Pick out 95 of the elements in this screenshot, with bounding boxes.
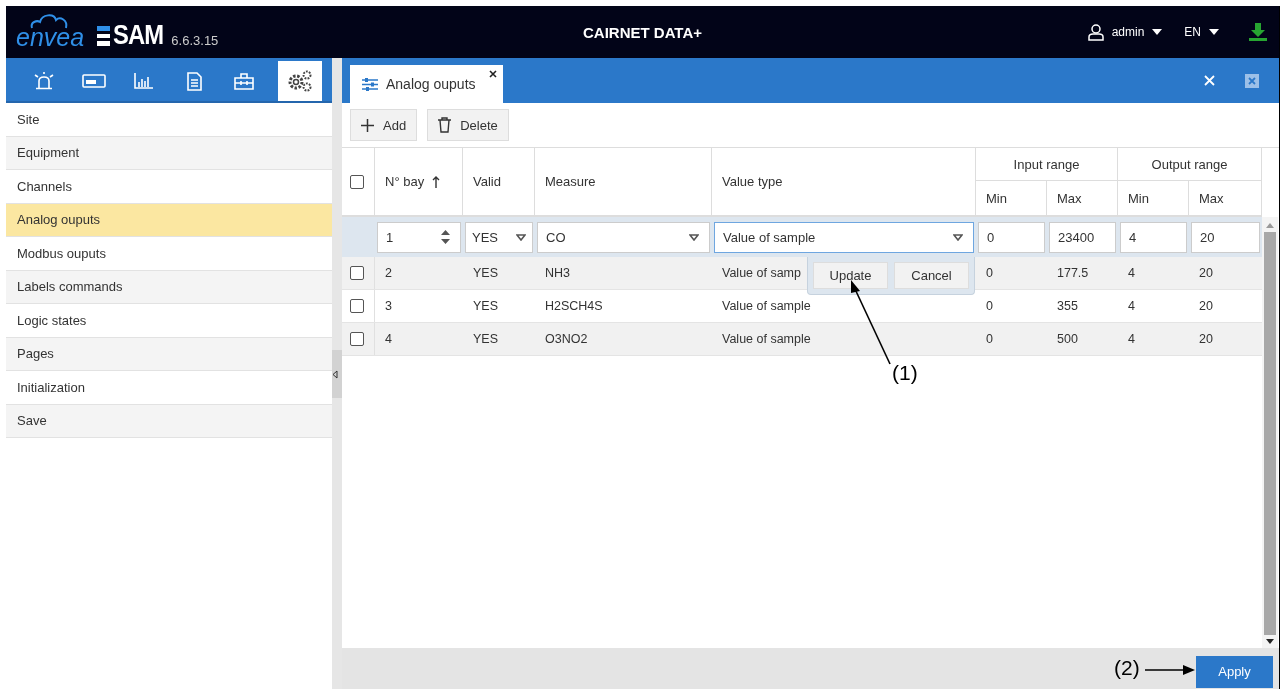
callout-label: (1) (892, 361, 918, 385)
table-cell: 20 (1199, 299, 1213, 313)
column-header[interactable]: Measure (545, 174, 596, 189)
collapse-handle[interactable] (332, 350, 342, 398)
column-group-header: Input range (1013, 156, 1080, 172)
column-header[interactable]: N° bay (385, 174, 425, 189)
caret-icon[interactable] (1209, 28, 1219, 36)
column-group-header: Output range (1151, 156, 1228, 172)
table-cell: Value of samp (722, 266, 801, 280)
table-cell: 177.5 (1057, 266, 1089, 280)
settings-icon (287, 70, 313, 92)
dropdown-field[interactable]: YES (465, 221, 533, 253)
column-header[interactable]: Valid (473, 174, 501, 189)
callout-arrow (1145, 664, 1195, 676)
user-menu[interactable]: admin (1111, 25, 1145, 39)
table-cell: O3NO2 (545, 332, 588, 346)
table-cell: 4 (385, 332, 392, 346)
table-cell: Value of sample (722, 299, 811, 313)
table-cell: YES (473, 332, 498, 346)
dropdown-field[interactable]: CO (537, 221, 710, 253)
input-field[interactable]: 23400 (1049, 221, 1116, 253)
column-header[interactable]: Max (1199, 190, 1224, 206)
column-header[interactable]: Value type (722, 174, 783, 189)
checkbox[interactable] (350, 266, 364, 280)
toolbox-icon (234, 72, 254, 90)
scrollbar[interactable] (1262, 217, 1278, 648)
checkbox[interactable] (350, 174, 364, 189)
table-cell: 4 (1128, 299, 1135, 313)
table-cell: H2SCH4S (545, 299, 603, 313)
table-cell: YES (473, 299, 498, 313)
tab[interactable]: Analog ouputs (350, 65, 503, 103)
table-cell: 0 (986, 332, 993, 346)
input-field[interactable]: 0 (978, 221, 1045, 253)
sidebar-item[interactable]: Analog ouputs (6, 203, 332, 237)
table-cell: 2 (385, 266, 392, 280)
product-logo: SAM (113, 20, 164, 50)
scroll-thumb[interactable] (1264, 232, 1276, 635)
column-header[interactable]: Min (1128, 190, 1149, 206)
table-cell: Value of sample (722, 332, 811, 346)
sidebar-item[interactable]: Equipment (6, 136, 332, 170)
stripes-icon (97, 26, 111, 46)
table-cell: NH3 (545, 266, 570, 280)
table-cell: 4 (1128, 266, 1135, 280)
sidebar-item[interactable]: Save (6, 404, 332, 438)
delete-button[interactable]: Delete (427, 109, 509, 141)
table-cell: 4 (1128, 332, 1135, 346)
caret-icon (689, 233, 699, 241)
table-cell: 0 (986, 299, 993, 313)
document-icon (186, 71, 202, 91)
caret-icon[interactable] (1152, 28, 1163, 36)
table-cell: 3 (385, 299, 392, 313)
caret-icon (516, 233, 526, 241)
spinner-icon[interactable] (441, 230, 450, 244)
input-field[interactable]: 4 (1120, 221, 1187, 253)
chart-icon (134, 73, 154, 89)
add-button[interactable]: Add (350, 109, 418, 141)
sidebar-item[interactable]: Labels commands (6, 270, 332, 304)
app-title: CAIRNET DATA+ (583, 23, 702, 41)
update-button[interactable]: Update (813, 262, 888, 289)
version-label: 6.6.3.15 (171, 33, 219, 48)
trash-icon (438, 117, 452, 133)
checkbox[interactable] (350, 299, 364, 313)
table-cell: 0 (986, 266, 993, 280)
user-icon[interactable] (1087, 23, 1104, 41)
cloud-icon (28, 12, 70, 30)
table-cell: YES (473, 266, 498, 280)
caret-icon (953, 233, 963, 241)
table-cell: 20 (1199, 332, 1213, 346)
cancel-button[interactable]: Cancel (894, 262, 969, 289)
sliders-icon (362, 77, 378, 91)
plus-icon (361, 118, 374, 132)
brand-logo: envea (16, 24, 85, 50)
sort-arrow-icon[interactable] (432, 175, 441, 188)
checkbox[interactable] (350, 332, 364, 346)
device-icon (82, 74, 106, 88)
input-field[interactable]: 20 (1191, 221, 1260, 253)
language-menu[interactable]: EN (1184, 25, 1201, 39)
scroll-down-icon[interactable] (1266, 639, 1274, 644)
triangle-icon (332, 369, 338, 379)
beacon-icon (33, 72, 55, 90)
column-header[interactable]: Min (986, 190, 1007, 206)
dropdown-field[interactable]: Value of sample (714, 221, 974, 253)
sidebar-item[interactable]: Pages (6, 337, 332, 371)
download-icon[interactable] (1249, 23, 1267, 41)
table-cell: 355 (1057, 299, 1078, 313)
table-cell: 500 (1057, 332, 1078, 346)
close-icon[interactable] (489, 70, 497, 78)
tab-label: Analog ouputs (386, 76, 476, 92)
number-field[interactable]: 1 (377, 221, 461, 253)
callout-label: (2) (1114, 656, 1140, 680)
scroll-up-icon[interactable] (1266, 223, 1274, 228)
column-header[interactable]: Max (1057, 190, 1082, 206)
apply-button[interactable]: Apply (1196, 655, 1273, 688)
nav-tab[interactable] (278, 61, 322, 101)
table-cell: 20 (1199, 266, 1213, 280)
